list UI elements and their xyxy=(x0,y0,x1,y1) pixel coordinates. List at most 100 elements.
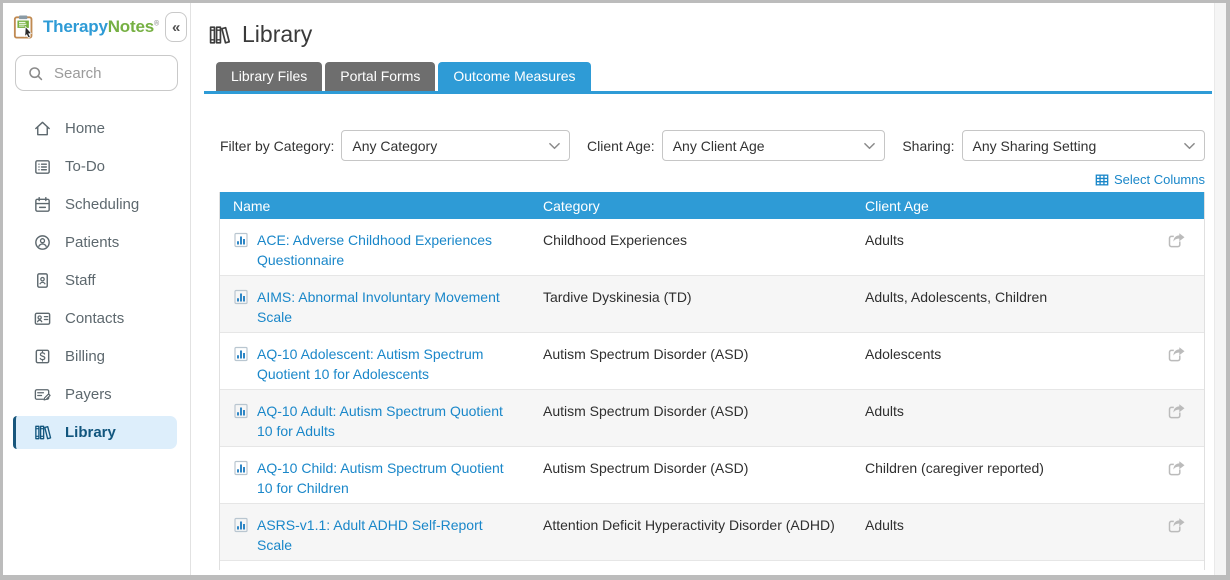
library-icon xyxy=(33,423,52,442)
name-cell: ACE: Adverse Childhood Experiences Quest… xyxy=(220,219,543,275)
sidebar-item-label: To-Do xyxy=(65,158,105,175)
action-cell xyxy=(1155,219,1204,275)
sidebar-item-home[interactable]: Home xyxy=(3,112,190,145)
sidebar: TherapyNotes® « Home To-Do Scheduling Pa… xyxy=(3,3,191,575)
books-icon xyxy=(207,23,231,47)
table-header: Name Category Client Age xyxy=(220,192,1204,219)
measure-link[interactable]: AQ-10 Adult: Autism Spectrum Quotient 10… xyxy=(257,401,515,446)
sharing-select[interactable]: Any Sharing Setting xyxy=(962,130,1206,161)
tabs: Library FilesPortal FormsOutcome Measure… xyxy=(216,62,1214,91)
share-icon[interactable] xyxy=(1167,516,1186,560)
sidebar-nav: Home To-Do Scheduling Patients Staff Con… xyxy=(3,107,190,454)
sidebar-item-label: Contacts xyxy=(65,310,124,327)
column-header-name: Name xyxy=(220,198,543,214)
therapynotes-clipboard-logo-icon xyxy=(13,14,37,40)
column-header-category: Category xyxy=(543,198,865,214)
measure-link[interactable]: ACE: Adverse Childhood Experiences Quest… xyxy=(257,230,515,275)
table-row: AQ-10 Adolescent: Autism Spectrum Quotie… xyxy=(220,333,1204,390)
sidebar-item-payers[interactable]: Payers xyxy=(3,378,190,411)
action-cell xyxy=(1155,276,1204,332)
client-age-label: Client Age: xyxy=(587,138,655,154)
page-title: Library xyxy=(242,21,312,48)
search-input[interactable] xyxy=(52,64,166,83)
category-cell: Autism Spectrum Disorder (ASD) xyxy=(543,390,865,446)
category-cell: Autism Spectrum Disorder (ASD) xyxy=(543,447,865,503)
name-cell: ASRS-v1.1: Adult ADHD Self-Report Scale xyxy=(220,504,543,560)
scrollbar-track[interactable] xyxy=(1214,3,1226,575)
table-row: ASRS-v1.1: Adult ADHD Self-Report Scale … xyxy=(220,504,1204,561)
client-age-cell: Adolescents xyxy=(865,333,1155,389)
category-select-value: Any Category xyxy=(352,138,437,154)
table-row: ACE: Adverse Childhood Experiences Quest… xyxy=(220,219,1204,276)
table-row-partial xyxy=(220,561,1204,570)
sharing-select-value: Any Sharing Setting xyxy=(973,138,1097,154)
registered-mark: ® xyxy=(154,20,159,27)
share-icon[interactable] xyxy=(1167,231,1186,275)
home-icon xyxy=(33,119,52,138)
bar-chart-icon xyxy=(233,230,249,275)
name-cell: AIMS: Abnormal Involuntary Movement Scal… xyxy=(220,276,543,332)
category-cell: Attention Deficit Hyperactivity Disorder… xyxy=(543,504,865,560)
sidebar-item-label: Patients xyxy=(65,234,119,251)
staff-icon xyxy=(33,271,52,290)
billing-icon xyxy=(33,347,52,366)
client-age-select-value: Any Client Age xyxy=(673,138,765,154)
sidebar-item-label: Library xyxy=(65,424,116,441)
category-cell: Tardive Dyskinesia (TD) xyxy=(543,276,865,332)
sidebar-item-billing[interactable]: Billing xyxy=(3,340,190,373)
client-age-select[interactable]: Any Client Age xyxy=(662,130,886,161)
brand-wordmark: TherapyNotes® xyxy=(43,17,159,37)
sidebar-item-scheduling[interactable]: Scheduling xyxy=(3,188,190,221)
tab-outcome-measures[interactable]: Outcome Measures xyxy=(438,62,590,91)
tab-library-files[interactable]: Library Files xyxy=(216,62,322,91)
sidebar-item-to-do[interactable]: To-Do xyxy=(3,150,190,183)
chevron-down-icon xyxy=(1184,142,1195,150)
column-header-client-age: Client Age xyxy=(865,198,1155,214)
outcome-measures-table: Name Category Client Age ACE: Adverse Ch… xyxy=(219,192,1205,570)
bar-chart-icon xyxy=(233,515,249,560)
collapse-sidebar-button[interactable]: « xyxy=(165,12,187,42)
tab-portal-forms[interactable]: Portal Forms xyxy=(325,62,435,91)
share-icon[interactable] xyxy=(1167,402,1186,446)
filter-category-label: Filter by Category: xyxy=(220,138,334,154)
sidebar-item-staff[interactable]: Staff xyxy=(3,264,190,297)
sidebar-item-label: Home xyxy=(65,120,105,137)
brand-notes: Notes xyxy=(108,17,154,36)
share-icon[interactable] xyxy=(1167,345,1186,389)
client-age-cell: Adults xyxy=(865,219,1155,275)
sidebar-item-label: Scheduling xyxy=(65,196,139,213)
sidebar-item-patients[interactable]: Patients xyxy=(3,226,190,259)
client-age-cell: Adults xyxy=(865,390,1155,446)
client-age-cell: Adults, Adolescents, Children xyxy=(865,276,1155,332)
share-icon[interactable] xyxy=(1167,459,1186,503)
filter-bar: Filter by Category: Any Category Client … xyxy=(220,130,1205,161)
name-cell: AQ-10 Adolescent: Autism Spectrum Quotie… xyxy=(220,333,543,389)
category-select[interactable]: Any Category xyxy=(341,130,570,161)
measure-link[interactable]: AQ-10 Child: Autism Spectrum Quotient 10… xyxy=(257,458,515,503)
page-header: Library xyxy=(207,21,1214,48)
table-row: AIMS: Abnormal Involuntary Movement Scal… xyxy=(220,276,1204,333)
sidebar-item-library[interactable]: Library xyxy=(13,416,177,449)
sidebar-item-contacts[interactable]: Contacts xyxy=(3,302,190,335)
measure-link[interactable]: AIMS: Abnormal Involuntary Movement Scal… xyxy=(257,287,515,332)
category-cell: Childhood Experiences xyxy=(543,219,865,275)
brand-therapy: Therapy xyxy=(43,17,108,36)
search-icon xyxy=(27,65,44,82)
action-cell xyxy=(1155,390,1204,446)
bar-chart-icon xyxy=(233,458,249,503)
patients-icon xyxy=(33,233,52,252)
sidebar-item-label: Staff xyxy=(65,272,96,289)
measure-link[interactable]: ASRS-v1.1: Adult ADHD Self-Report Scale xyxy=(257,515,515,560)
table-row: AQ-10 Child: Autism Spectrum Quotient 10… xyxy=(220,447,1204,504)
contacts-icon xyxy=(33,309,52,328)
sharing-label: Sharing: xyxy=(902,138,954,154)
tab-underline xyxy=(204,91,1212,94)
select-columns-label: Select Columns xyxy=(1114,172,1205,187)
measure-link[interactable]: AQ-10 Adolescent: Autism Spectrum Quotie… xyxy=(257,344,515,389)
name-cell: AQ-10 Child: Autism Spectrum Quotient 10… xyxy=(220,447,543,503)
select-columns-link[interactable]: Select Columns xyxy=(203,172,1205,187)
payers-icon xyxy=(33,385,52,404)
table-body: ACE: Adverse Childhood Experiences Quest… xyxy=(220,219,1204,561)
sidebar-item-label: Billing xyxy=(65,348,105,365)
calendar-icon xyxy=(33,195,52,214)
